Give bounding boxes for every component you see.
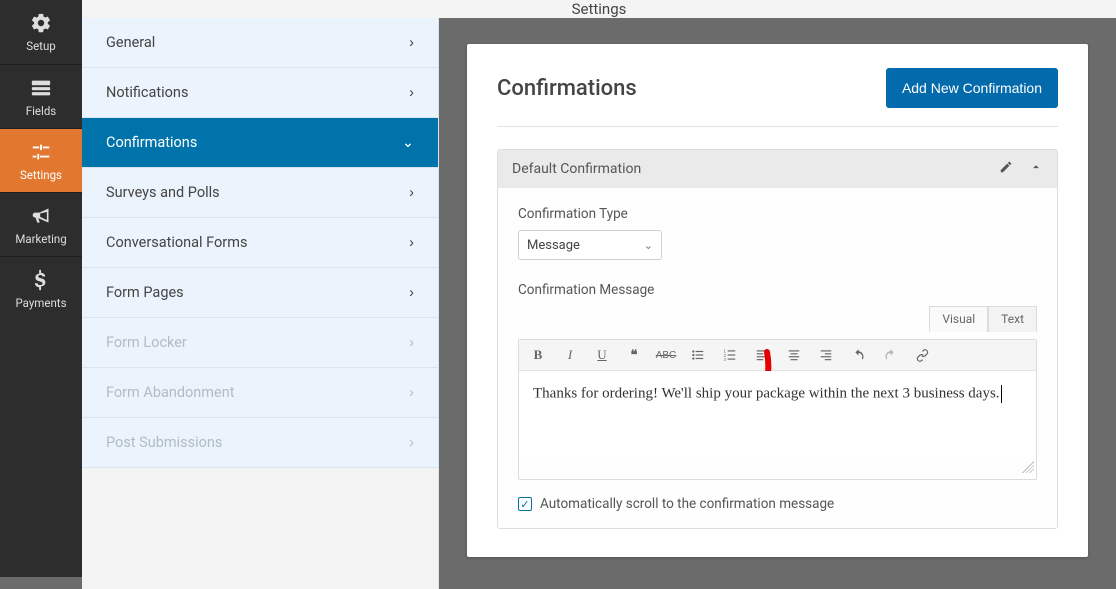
chevron-right-icon: › [409, 235, 414, 251]
submenu-item-general[interactable]: General › [82, 18, 438, 68]
confirmation-type-select[interactable]: Message ⌄ [518, 230, 662, 260]
rail-label: Marketing [15, 232, 66, 246]
editor-tab-text[interactable]: Text [988, 306, 1037, 332]
bold-icon[interactable]: B [529, 346, 547, 364]
nav-rail: Setup Fields Settings Marketing Payments [0, 0, 82, 577]
italic-icon[interactable]: I [561, 346, 579, 364]
fields-icon [30, 76, 52, 100]
ol-icon[interactable]: 123 [721, 346, 739, 364]
editor-toolbar: B I U ❝ ABC 123 [519, 340, 1036, 371]
ul-icon[interactable] [689, 346, 707, 364]
chevron-down-icon: ⌄ [402, 135, 414, 151]
page-title: Settings [572, 0, 627, 18]
submenu-item-confirmations[interactable]: Confirmations ⌄ [82, 118, 438, 168]
message-editor: B I U ❝ ABC 123 [518, 339, 1037, 480]
auto-scroll-checkbox[interactable]: ✓ [518, 497, 532, 511]
submenu-item-form-abandonment[interactable]: Form Abandonment › [82, 368, 438, 418]
chevron-right-icon: › [409, 185, 414, 201]
submenu-item-conversational[interactable]: Conversational Forms › [82, 218, 438, 268]
confirmations-panel: Confirmations Add New Confirmation Defau… [467, 44, 1088, 557]
chevron-right-icon: › [409, 385, 414, 401]
align-left-icon[interactable] [753, 346, 771, 364]
submenu-label: Form Abandonment [106, 384, 234, 401]
underline-icon[interactable]: U [593, 346, 611, 364]
bullhorn-icon [30, 204, 52, 228]
submenu-item-post-submissions[interactable]: Post Submissions › [82, 418, 438, 468]
rail-label: Setup [26, 39, 56, 53]
confirmation-block-title: Default Confirmation [512, 161, 641, 177]
submenu-label: General [106, 34, 155, 51]
submenu-label: Conversational Forms [106, 234, 247, 251]
blockquote-icon[interactable]: ❝ [625, 346, 643, 364]
editor-tab-visual[interactable]: Visual [929, 306, 988, 332]
gear-icon [30, 11, 52, 35]
message-textarea[interactable]: Thanks for ordering! We'll ship your pac… [519, 371, 1036, 461]
submenu-empty [82, 468, 438, 589]
confirmation-block: Default Confirmation Con [497, 149, 1058, 529]
rail-item-marketing[interactable]: Marketing [0, 192, 82, 256]
undo-icon[interactable] [849, 346, 867, 364]
rail-label: Fields [26, 104, 56, 118]
collapse-icon[interactable] [1029, 160, 1043, 178]
strike-icon[interactable]: ABC [657, 346, 675, 364]
submenu-label: Post Submissions [106, 434, 222, 451]
submenu-label: Confirmations [106, 134, 197, 151]
chevron-down-icon: ⌄ [644, 239, 653, 252]
text-cursor [1001, 385, 1002, 403]
chevron-right-icon: › [409, 35, 414, 51]
align-center-icon[interactable] [785, 346, 803, 364]
checkbox-label: Automatically scroll to the confirmation… [540, 496, 834, 512]
message-text: Thanks for ordering! We'll ship your pac… [533, 385, 1000, 401]
rail-spacer [0, 320, 82, 577]
edit-icon[interactable] [999, 160, 1013, 178]
resize-grip[interactable] [519, 461, 1036, 479]
dollar-icon [33, 268, 49, 292]
rail-label: Payments [15, 296, 66, 310]
svg-text:3: 3 [724, 357, 727, 362]
align-right-icon[interactable] [817, 346, 835, 364]
rail-item-setup[interactable]: Setup [0, 0, 82, 64]
submenu-label: Form Pages [106, 284, 184, 301]
sliders-icon [30, 140, 52, 164]
submenu-item-form-locker[interactable]: Form Locker › [82, 318, 438, 368]
chevron-right-icon: › [409, 285, 414, 301]
rail-item-payments[interactable]: Payments [0, 256, 82, 320]
submenu-item-form-pages[interactable]: Form Pages › [82, 268, 438, 318]
submenu-label: Form Locker [106, 334, 187, 351]
chevron-right-icon: › [409, 435, 414, 451]
submenu-item-notifications[interactable]: Notifications › [82, 68, 438, 118]
rail-item-fields[interactable]: Fields [0, 64, 82, 128]
settings-submenu: General › Notifications › Confirmations … [82, 18, 439, 589]
select-value: Message [527, 238, 580, 253]
submenu-label: Surveys and Polls [106, 184, 220, 201]
submenu-label: Notifications [106, 84, 188, 101]
topbar: Settings [82, 0, 1116, 18]
chevron-right-icon: › [409, 335, 414, 351]
chevron-right-icon: › [409, 85, 414, 101]
rail-item-settings[interactable]: Settings [0, 128, 82, 192]
message-label: Confirmation Message [518, 282, 1037, 298]
submenu-item-surveys[interactable]: Surveys and Polls › [82, 168, 438, 218]
add-confirmation-button[interactable]: Add New Confirmation [886, 68, 1058, 108]
panel-title: Confirmations [497, 76, 637, 101]
content-area: Confirmations Add New Confirmation Defau… [439, 18, 1116, 589]
link-icon[interactable] [913, 346, 931, 364]
type-label: Confirmation Type [518, 206, 1037, 222]
redo-icon[interactable] [881, 346, 899, 364]
rail-label: Settings [20, 168, 62, 182]
